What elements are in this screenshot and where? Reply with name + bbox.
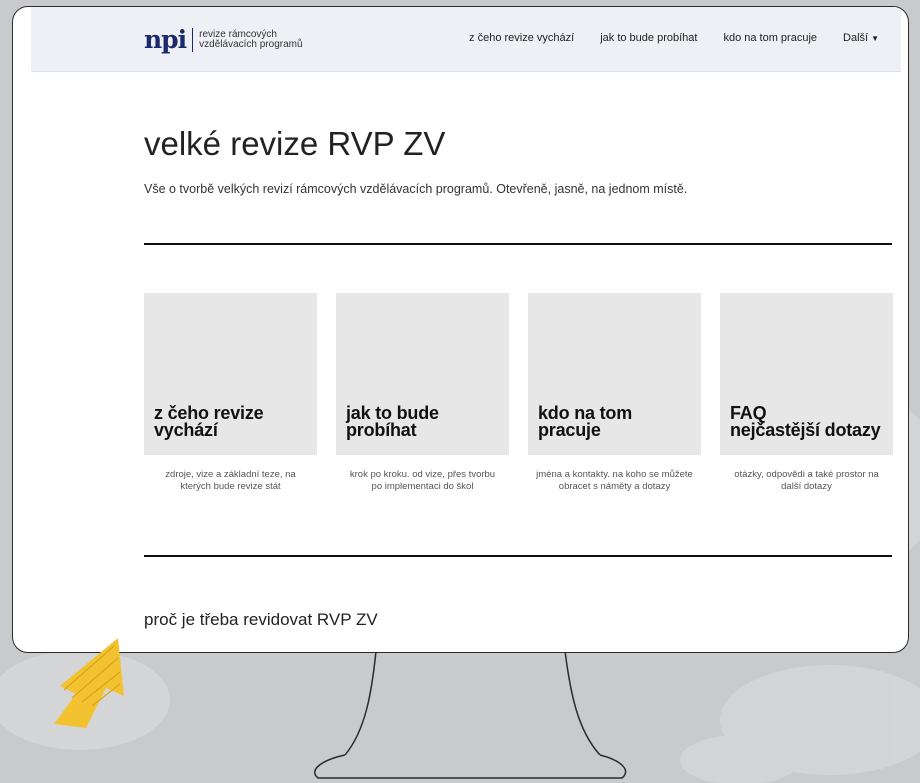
section-heading: proč je třeba revidovat RVP ZV xyxy=(144,610,378,629)
pointer-arrow-icon xyxy=(54,638,124,728)
nav-link-jak-to-bude[interactable]: jak to bude probíhat xyxy=(600,32,697,44)
card-description: krok po kroku. od vize, přes tvorbu po im… xyxy=(336,469,509,493)
card-desc-line-2: obracet s náměty a dotazy xyxy=(558,481,671,492)
nav-links: z čeho revize vychází jak to bude probíh… xyxy=(469,32,879,44)
card-desc-line-1: jména a kontakty. na koho se můžete xyxy=(536,469,693,480)
logo-line-2: vzdělávacích programů xyxy=(199,38,303,50)
card-description: zdroje, vize a základní teze, na kterých … xyxy=(144,469,317,493)
site-logo[interactable]: npi revize rámcových vzdělávacích progra… xyxy=(144,27,303,52)
card-kdo-na-tom[interactable]: kdo na tom pracuje jména a kontakty. na k… xyxy=(528,293,701,493)
card-title-line-2: pracuje xyxy=(538,420,601,440)
logo-divider xyxy=(192,27,194,52)
card-jak-to-bude[interactable]: jak to bude probíhat krok po kroku. od vi… xyxy=(336,293,509,493)
card-description: otázky, odpovědi a také prostor na další … xyxy=(720,469,893,493)
logo-text: revize rámcových vzdělávacích programů xyxy=(199,29,303,50)
card-title-line-2: nejčastější dotazy xyxy=(730,420,881,440)
card-title-line-2: vychází xyxy=(154,420,218,440)
card-image[interactable]: kdo na tom pracuje xyxy=(528,293,701,455)
card-title: FAQ nejčastější dotazy xyxy=(730,404,889,440)
nav-link-dalsi[interactable]: Další ▼ xyxy=(843,32,879,44)
card-desc-line-1: krok po kroku. od vize, přes tvorbu xyxy=(349,469,496,480)
card-description: jména a kontakty. na koho se můžete obrac… xyxy=(528,469,701,493)
logo-mark: npi xyxy=(144,25,187,54)
card-desc-line-2: další dotazy xyxy=(781,481,832,492)
card-image[interactable]: FAQ nejčastější dotazy xyxy=(720,293,893,455)
nav-link-dalsi-label: Další xyxy=(843,32,869,44)
card-title: z čeho revize vychází xyxy=(154,404,313,440)
card-desc-line-2: kterých bude revize stát xyxy=(180,481,281,492)
top-nav: npi revize rámcových vzdělávacích progra… xyxy=(31,7,901,72)
card-image[interactable]: z čeho revize vychází xyxy=(144,293,317,455)
divider-top xyxy=(144,243,892,245)
divider-bottom xyxy=(144,555,892,557)
card-desc-line-2: po implementaci do škol xyxy=(371,481,474,492)
card-title: jak to bude probíhat xyxy=(346,404,505,440)
card-desc-line-1: zdroje, vize a základní teze, na xyxy=(165,469,296,480)
chevron-down-icon: ▼ xyxy=(871,34,879,43)
browser-screen: npi revize rámcových vzdělávacích progra… xyxy=(31,7,901,634)
card-desc-line-1: otázky, odpovědi a také prostor na xyxy=(734,469,879,480)
page-subtitle: Vše o tvorbě velkých revizí rámcových vz… xyxy=(144,182,688,196)
page-title: velké revize RVP ZV xyxy=(144,125,446,162)
card-z-ceho[interactable]: z čeho revize vychází zdroje, vize a zákl… xyxy=(144,293,317,493)
nav-link-kdo-na-tom[interactable]: kdo na tom pracuje xyxy=(723,32,817,44)
card-title-line-2: probíhat xyxy=(346,420,417,440)
nav-link-z-ceho[interactable]: z čeho revize vychází xyxy=(469,32,574,44)
monitor-frame: npi revize rámcových vzdělávacích progra… xyxy=(12,6,909,653)
card-title: kdo na tom pracuje xyxy=(538,404,697,440)
card-faq[interactable]: FAQ nejčastější dotazy otázky, odpovědi a… xyxy=(720,293,893,493)
card-image[interactable]: jak to bude probíhat xyxy=(336,293,509,455)
